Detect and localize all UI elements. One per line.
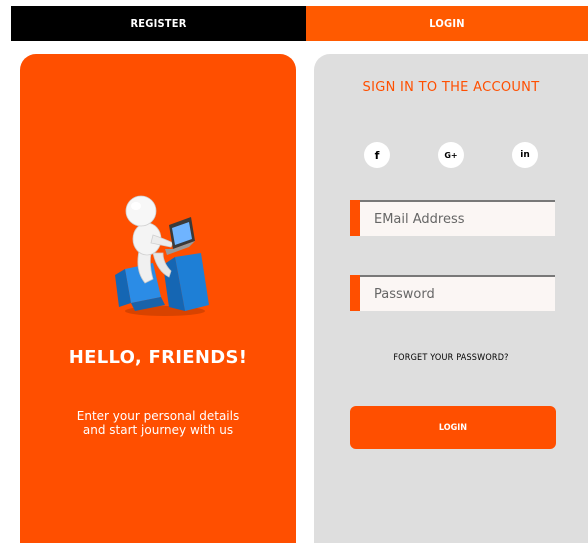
welcome-line-2: and start journey with us	[82, 423, 234, 437]
tab-login[interactable]: LOGIN	[306, 6, 588, 41]
password-field	[350, 275, 555, 311]
signin-title: SIGN IN TO THE ACCOUNT	[362, 80, 540, 95]
tab-register[interactable]: REGISTER	[11, 6, 306, 41]
email-field	[350, 200, 555, 236]
linkedin-icon[interactable]: in	[512, 142, 538, 168]
welcome-line-1: Enter your personal details	[76, 409, 240, 423]
tab-bar: REGISTER LOGIN	[11, 6, 588, 41]
login-button[interactable]: LOGIN	[350, 406, 556, 449]
password-input[interactable]	[372, 285, 551, 303]
google-plus-icon[interactable]: G+	[438, 142, 464, 168]
person-at-laptop-illustration	[115, 195, 209, 316]
password-field-accent	[350, 275, 360, 311]
signin-panel: SIGN IN TO THE ACCOUNT f G+ in FORGET YO…	[314, 54, 588, 543]
hello-heading: HELLO, FRIENDS!	[68, 347, 248, 368]
welcome-panel: HELLO, FRIENDS! Enter your personal deta…	[20, 54, 296, 543]
forgot-password-link[interactable]: FORGET YOUR PASSWORD?	[314, 353, 588, 363]
email-field-accent	[350, 200, 360, 236]
email-input[interactable]	[372, 210, 551, 228]
facebook-icon[interactable]: f	[364, 142, 390, 168]
welcome-subtext: Enter your personal details and start jo…	[60, 409, 256, 437]
